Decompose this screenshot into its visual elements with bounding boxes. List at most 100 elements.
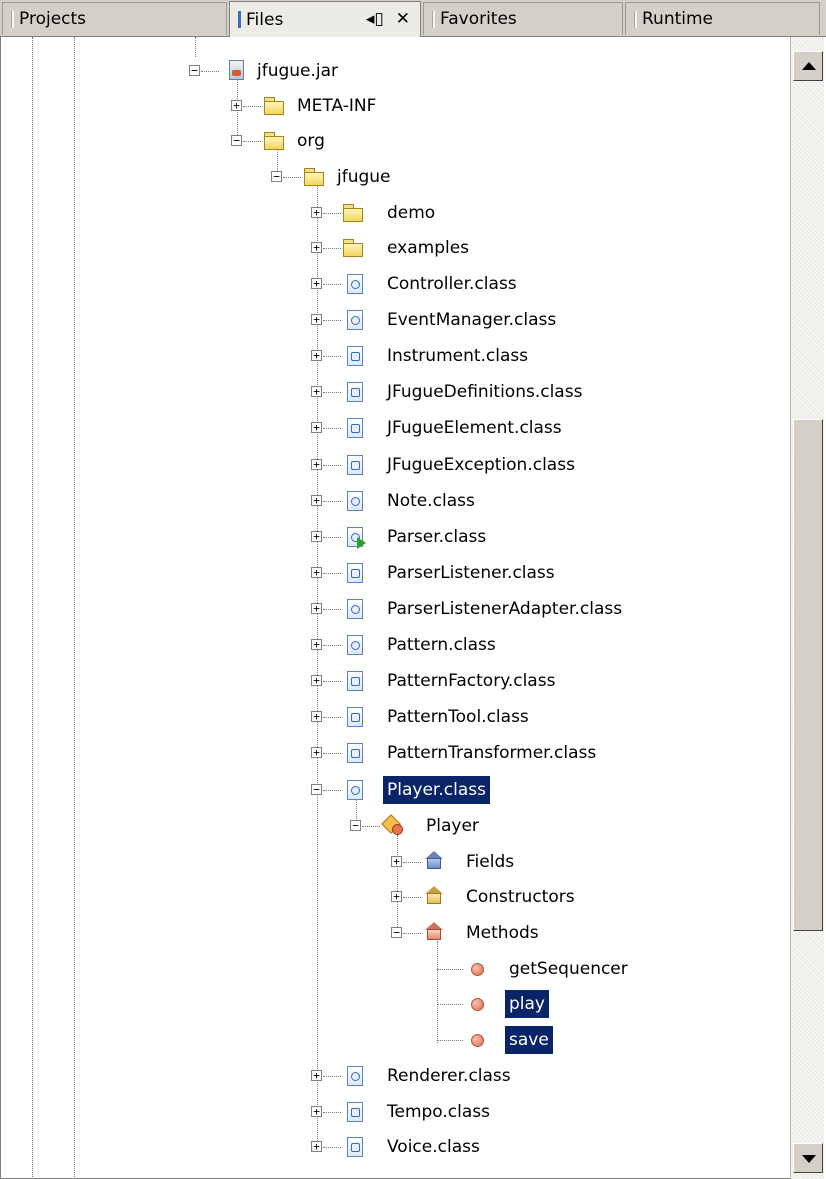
expand-icon[interactable]: + (311, 639, 322, 650)
scroll-thumb[interactable] (793, 419, 823, 931)
tab-favorites[interactable]: Favorites (423, 2, 623, 35)
expand-icon[interactable]: + (311, 566, 322, 578)
tree-label[interactable]: Methods (462, 919, 543, 947)
vertical-scrollbar[interactable] (790, 37, 824, 1179)
tree-label[interactable]: Player (422, 812, 483, 840)
tree-label[interactable]: Constructors (462, 883, 579, 911)
tree-node-class-file[interactable]: + Instrument.class (311, 338, 532, 374)
expand-icon[interactable]: + (311, 386, 322, 398)
expand-icon[interactable]: + (311, 422, 322, 434)
expand-icon[interactable]: + (311, 1141, 322, 1152)
tree-node-class-file[interactable]: + Renderer.class (311, 1058, 515, 1094)
collapse-icon[interactable]: − (350, 820, 361, 831)
tree-label[interactable]: JFugueElement.class (383, 414, 566, 442)
expand-icon[interactable]: + (311, 278, 322, 289)
tree-node-class-file[interactable]: + Pattern.class (311, 627, 500, 663)
tab-files[interactable]: Files ◂▯ ✕ (229, 1, 421, 37)
expand-icon[interactable]: + (311, 711, 322, 723)
tree-node-player[interactable]: − Player (350, 808, 483, 844)
tree-node-methods[interactable]: − Methods (391, 915, 543, 951)
collapse-icon[interactable]: − (189, 65, 200, 76)
tree-label[interactable]: EventManager.class (383, 306, 560, 334)
tree-label[interactable]: PatternTool.class (383, 703, 533, 731)
expand-icon[interactable]: + (311, 350, 322, 362)
tab-runtime[interactable]: Runtime (625, 2, 820, 35)
expand-icon[interactable]: + (391, 856, 402, 867)
tree-label[interactable]: Controller.class (383, 270, 521, 298)
tree-label[interactable]: Note.class (383, 487, 479, 515)
tree-label[interactable]: Tempo.class (383, 1098, 494, 1126)
expand-icon[interactable]: + (311, 314, 322, 326)
expand-icon[interactable]: + (311, 675, 322, 687)
tree-label[interactable]: org (293, 127, 329, 155)
tree-label[interactable]: Fields (462, 848, 518, 876)
expand-icon[interactable]: + (311, 1070, 322, 1081)
tree-node-demo[interactable]: + demo (311, 195, 439, 231)
tree-label[interactable]: play (505, 990, 549, 1018)
tree-node-class-file[interactable]: + Parser.class (311, 519, 490, 555)
tree-node-class-file[interactable]: + Voice.class (311, 1129, 484, 1165)
tree-node-class-file[interactable]: + JFugueElement.class (311, 410, 566, 446)
tree-label[interactable]: META-INF (293, 92, 380, 120)
tree-label[interactable]: Parser.class (383, 523, 490, 551)
collapse-icon[interactable]: − (391, 927, 402, 938)
tree-node-class-file[interactable]: + Tempo.class (311, 1094, 494, 1130)
tree-node-class-file[interactable]: + ParserListener.class (311, 555, 559, 591)
collapse-icon[interactable]: − (231, 135, 242, 146)
tree-label[interactable]: save (505, 1026, 553, 1054)
tree-node-class-file[interactable]: + JFugueException.class (311, 447, 579, 483)
tree-label[interactable]: ParserListenerAdapter.class (383, 595, 626, 623)
tree-node-class-file[interactable]: + PatternFactory.class (311, 663, 559, 699)
tree-node-jfugue[interactable]: − jfugue (271, 159, 395, 195)
expand-icon[interactable]: + (311, 602, 322, 614)
expand-icon[interactable]: + (311, 530, 322, 542)
tree-label[interactable]: Pattern.class (383, 631, 500, 659)
tree-label[interactable]: PatternFactory.class (383, 667, 559, 695)
tree-node-constructors[interactable]: + Constructors (391, 879, 579, 915)
tree-node-examples[interactable]: + examples (311, 230, 473, 266)
tree-node-method-save[interactable]: save (437, 1022, 553, 1058)
expand-icon[interactable]: + (311, 458, 322, 470)
collapse-icon[interactable]: − (271, 171, 282, 182)
expand-icon[interactable]: + (231, 100, 242, 111)
tree-node-org[interactable]: − org (231, 123, 329, 159)
tree-label[interactable]: Voice.class (383, 1133, 484, 1161)
tree-label[interactable]: Instrument.class (383, 342, 532, 370)
tree-label[interactable]: JFugueDefinitions.class (383, 378, 586, 406)
close-icon[interactable]: ✕ (396, 9, 410, 29)
tree-label[interactable]: jfugue.jar (253, 57, 342, 85)
tree-node-player-class[interactable]: − Player.class (311, 772, 490, 808)
tree-node-class-file[interactable]: + PatternTool.class (311, 699, 533, 735)
expand-icon[interactable]: + (311, 207, 322, 218)
tree-label[interactable]: getSequencer (505, 955, 632, 983)
tree-node-class-file[interactable]: + PatternTransformer.class (311, 735, 600, 771)
tree-label[interactable]: JFugueException.class (383, 451, 579, 479)
expand-icon[interactable]: + (311, 494, 322, 506)
tree-node-class-file[interactable]: + Controller.class (311, 266, 521, 302)
scroll-down-button[interactable] (793, 1143, 823, 1173)
tree-label[interactable]: examples (383, 234, 473, 262)
tree-label[interactable]: ParserListener.class (383, 559, 559, 587)
tree-node-method-play[interactable]: play (437, 986, 549, 1022)
tree-node-method-getsequencer[interactable]: getSequencer (437, 951, 632, 987)
tree-node-class-file[interactable]: + EventManager.class (311, 302, 560, 338)
dock-icon[interactable]: ◂▯ (366, 9, 384, 29)
expand-icon[interactable]: + (311, 242, 322, 253)
expand-icon[interactable]: + (391, 891, 402, 902)
tree-label[interactable]: Renderer.class (383, 1062, 515, 1090)
tree-node-meta-inf[interactable]: + META-INF (231, 88, 380, 124)
tree-node-class-file[interactable]: + Note.class (311, 483, 479, 519)
tree-node-jar[interactable]: − jfugue.jar (189, 53, 342, 89)
expand-icon[interactable]: + (311, 1105, 322, 1117)
collapse-icon[interactable]: − (311, 784, 322, 795)
tab-projects[interactable]: Projects (2, 2, 227, 35)
tree-node-fields[interactable]: + Fields (391, 844, 518, 880)
tree-label[interactable]: PatternTransformer.class (383, 739, 600, 767)
scroll-up-button[interactable] (793, 51, 823, 81)
tree-node-class-file[interactable]: + ParserListenerAdapter.class (311, 591, 626, 627)
tree-label[interactable]: Player.class (383, 776, 490, 804)
expand-icon[interactable]: + (311, 747, 322, 759)
tree-label[interactable]: demo (383, 199, 439, 227)
tree-label[interactable]: jfugue (333, 163, 395, 191)
tree-node-class-file[interactable]: + JFugueDefinitions.class (311, 374, 586, 410)
